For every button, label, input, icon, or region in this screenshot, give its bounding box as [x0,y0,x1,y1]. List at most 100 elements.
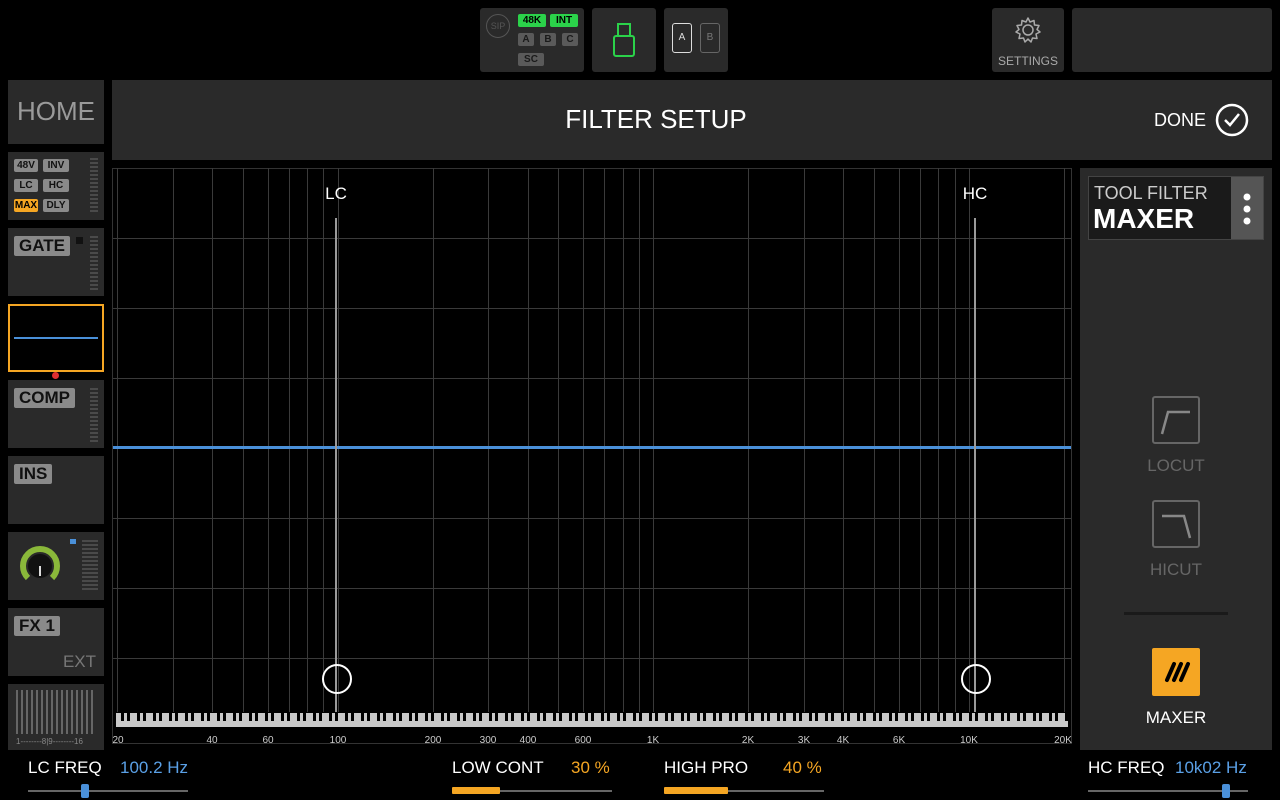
sc-chip: SC [518,53,544,66]
grid-line-vertical [558,168,559,712]
low-cont-value: 30 % [571,758,610,777]
frequency-tick-label: 40 [206,735,218,746]
tool-filter-selector[interactable]: TOOL FILTER MAXER [1088,176,1264,240]
hc-marker-label: HC [962,184,988,203]
frequency-tick-label: 600 [574,735,592,746]
tool-filter-label: TOOL FILTER [1094,183,1208,203]
grid-line-vertical [289,168,290,712]
locut-label: LOCUT [1147,456,1205,475]
grid-line-vertical [212,168,213,712]
low-cont-slider-fill [452,787,500,794]
maxer-label: MAXER [1145,708,1207,727]
hc-freq-label: HC FREQ [1088,758,1165,777]
frequency-tick-label: 6K [892,735,906,746]
signal-indicator-dot [52,372,59,379]
lc-handle[interactable] [322,664,352,694]
grid-line-vertical [639,168,640,712]
usb-status-button[interactable] [592,8,656,72]
phantom-chip: 48V [14,159,38,172]
sd-card-b: B [700,23,720,53]
grid-line-vertical [528,168,529,712]
input-b-chip: B [540,33,556,46]
grid-line-vertical [117,168,118,712]
input-status-panel[interactable]: SIP 48K INT A B C SC [480,8,584,72]
lc-freq-slider[interactable] [28,790,188,792]
grid-line-horizontal [113,238,1071,239]
lc-freq-slider-thumb[interactable] [81,784,89,798]
gate-meter [90,236,98,292]
grid-line-vertical [969,168,970,712]
frequency-tick-label: 3K [797,735,811,746]
sip-indicator: SIP [486,14,510,38]
grid-line-horizontal [113,308,1071,309]
grid-line-vertical [623,168,624,712]
preamp-tile[interactable]: 48V INV LC HC MAX DLY [8,152,104,220]
maxer-chip: MAX [14,199,38,212]
grid-line-vertical [874,168,875,712]
comp-meter [90,388,98,444]
more-options-button[interactable] [1231,177,1263,239]
comp-tile[interactable]: COMP [8,380,104,448]
grid-line-vertical [1064,168,1065,712]
sd-card-button[interactable]: A B [664,8,728,72]
top-right-blank [1072,8,1272,72]
hc-freq-slider-thumb[interactable] [1222,784,1230,798]
low-cont-label: LOW CONT [452,758,544,777]
samplerate-chip: 48K [518,14,546,27]
gain-tile[interactable] [8,532,104,600]
tool-filter-value: MAXER [1093,203,1195,234]
hicut-button[interactable]: HICUT [1128,500,1224,584]
settings-label: SETTINGS [997,54,1058,68]
comp-label: COMP [14,388,75,408]
sd-card-a: A [672,23,692,53]
lc-marker-label: LC [325,184,347,203]
high-pro-slider-fill [664,787,728,794]
frequency-tick-label: 200 [424,735,442,746]
locut-button[interactable]: LOCUT [1128,396,1224,480]
grid-line-vertical [268,168,269,712]
gate-tile[interactable]: GATE [8,228,104,296]
mixer-meter-scale: 1--------8|9--------16 [16,737,83,746]
high-pro-label: HIGH PRO [664,758,749,777]
header-bar: FILTER SETUP DONE [112,80,1272,160]
invert-chip: INV [43,159,69,172]
frequency-tick-label: 20K [1054,735,1072,746]
grid-line-vertical [920,168,921,712]
hc-freq-value: 10k02 Hz [1175,758,1247,777]
grid-line-vertical [433,168,434,712]
grid-line-vertical [338,168,339,712]
gain-meter-blue-dot [70,539,76,544]
filter-tile[interactable] [8,304,104,372]
lc-freq-label: LC FREQ [28,758,102,777]
settings-button[interactable]: SETTINGS [992,8,1064,72]
frequency-tick-label: 10K [960,735,978,746]
check-circle-icon [1215,103,1249,137]
grid-line-vertical [748,168,749,712]
frequency-tick-label: 1K [646,735,660,746]
gate-label: GATE [14,236,70,256]
panel-divider [1124,612,1228,615]
grid-line-vertical [938,168,939,712]
gate-indicator [76,237,83,244]
insert-tile[interactable]: INS [8,456,104,524]
frequency-tick-label: 4K [836,735,850,746]
frequency-tick-label: 2K [741,735,755,746]
frequency-tick-label: 20 [112,735,124,746]
grid-line-vertical [488,168,489,712]
fx-tile[interactable]: FX 1 EXT [8,608,104,676]
frequency-curve [113,446,1071,449]
hc-handle[interactable] [961,664,991,694]
maxer-button[interactable]: MAXER [1128,648,1224,732]
grid-line-vertical [899,168,900,712]
usb-stick-icon [613,23,635,57]
mixer-meters-tile[interactable]: 1--------8|9--------16 [8,684,104,750]
high-pro-value: 40 % [783,758,822,777]
lowcut-chip: LC [14,179,38,192]
done-button[interactable]: DONE [1152,102,1252,138]
insert-label: INS [14,464,53,484]
grid-line-vertical [583,168,584,712]
home-button[interactable]: HOME [8,80,104,144]
frequency-tick-label: 300 [479,735,497,746]
grid-line-horizontal [113,518,1071,519]
delay-chip: DLY [43,199,69,212]
